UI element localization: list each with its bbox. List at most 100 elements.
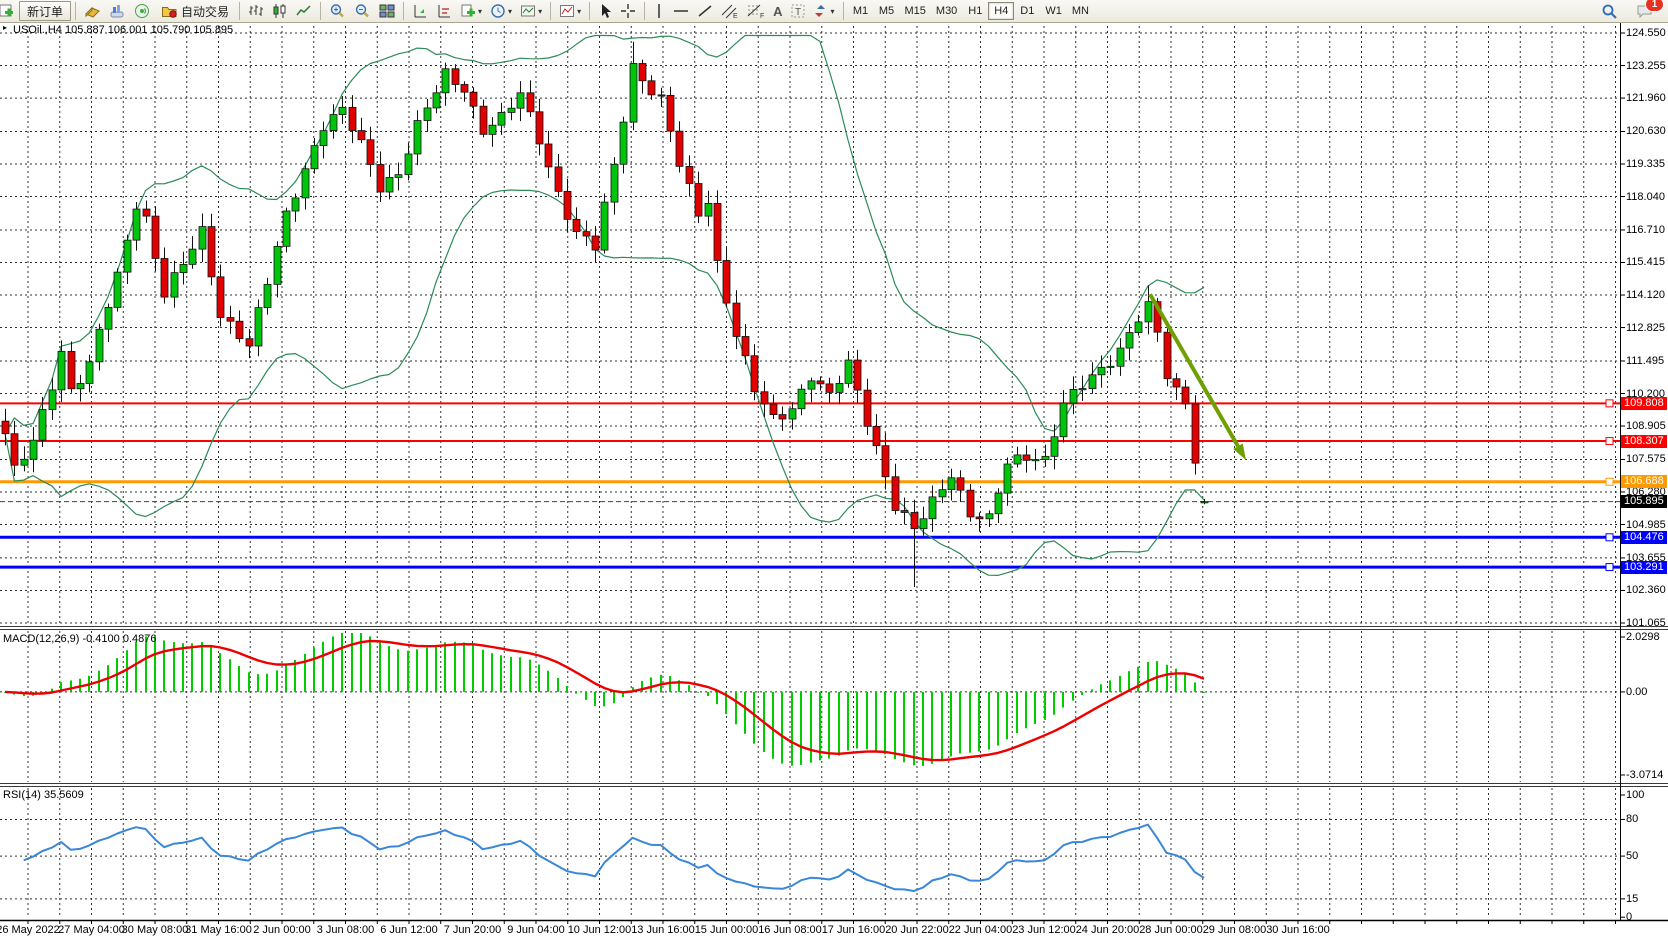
macd-histogram-bar [781,692,783,764]
macd-histogram-bar [332,636,334,691]
new-order-button[interactable]: 新订单 [19,1,71,21]
candle-body [517,93,524,108]
macd-histogram-bar [1062,692,1064,708]
clock-icon [490,3,506,19]
candle-body [620,122,627,164]
zoom-in-icon[interactable] [325,0,350,22]
candle-body [367,140,374,165]
text-label-tool[interactable]: T [786,0,810,22]
cursor-tool[interactable] [594,0,616,22]
macd-histogram-bar [482,650,484,692]
crosshair-icon [620,3,636,19]
timeframe-w1[interactable]: W1 [1040,2,1067,20]
macd-histogram-bar [575,692,577,694]
timeframe-m15[interactable]: M15 [900,2,931,20]
arrows-menu-button[interactable]: ▾ [810,0,838,22]
macd-histogram-bar [313,648,315,692]
timeframe-h4[interactable]: H4 [988,2,1014,20]
macd-histogram-bar [1025,692,1027,728]
candle-body [105,307,112,329]
candle-body [995,493,1002,514]
candle-body [39,410,46,441]
macd-histogram-bar [1100,684,1102,692]
vertical-line-tool[interactable] [649,0,669,22]
candle-body [1098,367,1105,375]
macd-histogram-bar [735,692,737,724]
candle-body [705,203,712,216]
candle-body [311,146,318,169]
zoom-out-icon[interactable] [350,0,375,22]
candle-body [1070,389,1077,403]
candles-chart-icon [272,3,288,19]
chart-plot[interactable] [0,0,1668,940]
fibonacci-tool[interactable]: F [743,0,769,22]
text-tool[interactable]: A [769,0,786,22]
timeframe-m30[interactable]: M30 [931,2,962,20]
macd-histogram-bar [1128,671,1130,692]
candle-body [217,277,224,318]
indicators-menu-button[interactable]: ▾ [555,0,585,22]
rsi-indicator-label: RSI(14) 35.5609 [3,789,84,801]
level-line-handle[interactable] [1606,400,1613,407]
separator [403,2,404,20]
candle-body [1173,379,1180,387]
timeframe-d1[interactable]: D1 [1014,2,1040,20]
horizontal-line-icon [673,3,689,19]
candle-body [808,381,815,389]
macd-histogram-bar [444,642,446,692]
candle-body [77,383,84,388]
candle-body [1126,333,1133,348]
timeframe-m5[interactable]: M5 [874,2,900,20]
macd-histogram-bar [828,692,830,759]
macd-histogram-bar [931,692,933,764]
candle-body [817,381,824,384]
arrange-icon [412,3,428,19]
align-charts-icon[interactable] [432,0,456,22]
macd-histogram-bar [1053,692,1055,715]
macd-histogram-bar [819,692,821,760]
new-chart-icon[interactable] [0,0,17,22]
chart-candles-icon[interactable] [268,0,292,22]
trend-arrow-head[interactable] [1233,443,1246,460]
search-icon [1601,3,1618,20]
search-button[interactable] [1597,0,1622,22]
chart-bars-icon[interactable] [244,0,268,22]
equidistant-channel-tool[interactable]: E [717,0,743,22]
separator [320,2,321,20]
level-line-handle[interactable] [1606,564,1613,571]
candle-body [583,232,590,236]
level-line-handle[interactable] [1606,438,1613,445]
candle-body [330,115,337,131]
tile-windows-icon[interactable] [375,0,399,22]
macd-histogram-bar [903,692,905,762]
autotrade-button[interactable]: 自动交易 [155,1,235,21]
timeframe-h1[interactable]: H1 [962,2,988,20]
timeframe-m1[interactable]: M1 [848,2,874,20]
candle-body [442,69,449,93]
level-line-handle[interactable] [1606,534,1613,541]
candle-body [339,107,346,114]
candle-body [86,362,93,384]
crosshair-tool[interactable] [616,0,640,22]
timeframe-mn[interactable]: MN [1067,2,1094,20]
candle-body [901,511,908,513]
market-depth-icon[interactable] [105,0,130,22]
template-menu-button[interactable]: ▾ [516,0,546,22]
zoom-in-magnifier-icon [329,3,346,19]
candle-body [1192,404,1199,463]
bars-chart-icon [248,3,264,19]
macd-histogram-bar [201,642,203,692]
chat-button[interactable]: 1 [1632,0,1658,22]
new-chart-menu-button[interactable]: ▾ [456,0,486,22]
horizontal-line-tool[interactable] [669,0,693,22]
candle-body [49,390,56,410]
period-menu-button[interactable]: ▾ [486,0,516,22]
price-list-icon[interactable] [80,0,105,22]
trendline-tool[interactable] [693,0,717,22]
macd-histogram-bar [585,692,587,700]
level-line-handle[interactable] [1606,478,1613,485]
fibonacci-icon: F [747,3,765,19]
signal-icon[interactable] [130,0,155,22]
chart-line-icon[interactable] [292,0,316,22]
arrange-charts-icon[interactable] [408,0,432,22]
